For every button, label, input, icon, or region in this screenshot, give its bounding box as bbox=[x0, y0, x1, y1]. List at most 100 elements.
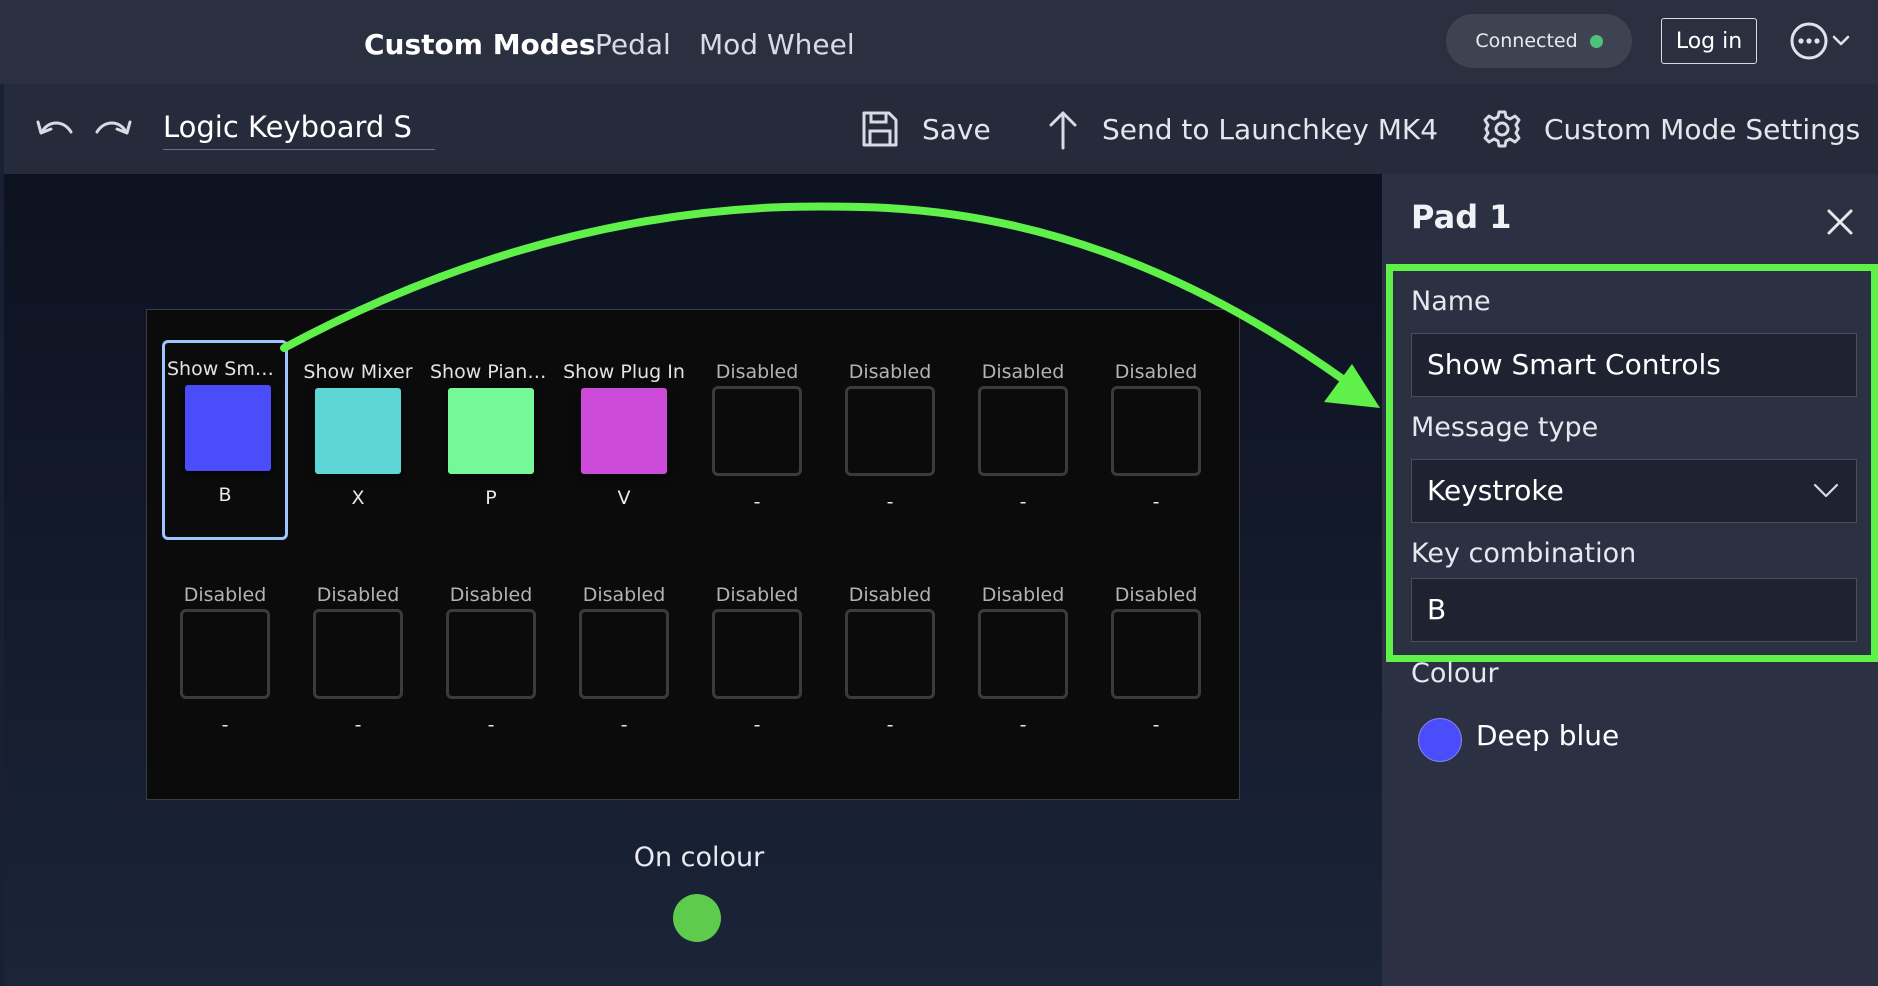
pad-swatch bbox=[448, 388, 534, 474]
panel-title: Pad 1 bbox=[1411, 198, 1512, 236]
pad-swatch bbox=[845, 609, 935, 699]
pad-swatch bbox=[712, 386, 802, 476]
name-label: Name bbox=[1411, 286, 1491, 317]
pad-label: Disabled bbox=[449, 584, 533, 606]
pad-r1-c8[interactable]: Disabled - bbox=[1093, 343, 1219, 543]
undo-button[interactable] bbox=[34, 112, 76, 148]
colour-swatch[interactable] bbox=[1418, 718, 1462, 762]
pad-r1-c1[interactable]: Show Smart ... B bbox=[162, 340, 288, 540]
pad-swatch bbox=[1111, 386, 1201, 476]
custom-mode-settings-button[interactable]: Custom Mode Settings bbox=[1482, 104, 1860, 154]
pad-key-label: - bbox=[1152, 714, 1160, 736]
pad-key-label: - bbox=[753, 714, 761, 736]
message-type-select[interactable]: Keystroke bbox=[1411, 459, 1857, 523]
pad-label: Show Mixer bbox=[303, 361, 413, 383]
message-type-label: Message type bbox=[1411, 412, 1599, 443]
pad-swatch bbox=[978, 609, 1068, 699]
send-to-device-button[interactable]: Send to Launchkey MK4 bbox=[1046, 104, 1438, 154]
pad-key-label: - bbox=[886, 714, 894, 736]
more-menu-button[interactable] bbox=[1789, 18, 1855, 64]
top-bar: Custom Modes Pedal Mod Wheel Connected L… bbox=[0, 0, 1878, 84]
pad-label: Disabled bbox=[1114, 584, 1198, 606]
pad-label: Disabled bbox=[981, 584, 1065, 606]
colour-label: Colour bbox=[1411, 658, 1499, 689]
pad-r1-c3[interactable]: Show Piano ... P bbox=[428, 343, 554, 543]
pad-swatch bbox=[313, 609, 403, 699]
pad-grid: Show Smart ... B Show Mixer X Show Piano ...… bbox=[146, 309, 1240, 800]
pad-r2-c4[interactable]: Disabled - bbox=[561, 566, 687, 766]
connection-status-label: Connected bbox=[1475, 30, 1578, 52]
upload-arrow-icon bbox=[1049, 111, 1077, 150]
pad-r2-c3[interactable]: Disabled - bbox=[428, 566, 554, 766]
pad-r2-c1[interactable]: Disabled - bbox=[162, 566, 288, 766]
tab-custom-modes[interactable]: Custom Modes bbox=[364, 28, 596, 61]
message-type-value: Keystroke bbox=[1427, 474, 1564, 507]
pad-settings-panel: Pad 1 Name Show Smart Controls Message t… bbox=[1382, 174, 1878, 986]
pad-swatch bbox=[185, 385, 271, 471]
pad-key-label: - bbox=[886, 491, 894, 513]
pad-swatch bbox=[180, 609, 270, 699]
close-panel-button[interactable] bbox=[1822, 204, 1858, 240]
pad-label: Disabled bbox=[715, 584, 799, 606]
pad-label: Disabled bbox=[981, 361, 1065, 383]
pad-r2-c2[interactable]: Disabled - bbox=[295, 566, 421, 766]
pad-swatch bbox=[315, 388, 401, 474]
pad-key-label: B bbox=[218, 484, 232, 506]
pad-r2-c6[interactable]: Disabled - bbox=[827, 566, 953, 766]
name-field-value: Show Smart Controls bbox=[1427, 348, 1721, 381]
pad-key-label: V bbox=[617, 487, 631, 509]
pad-key-label: P bbox=[485, 487, 497, 509]
pad-key-label: - bbox=[1019, 714, 1027, 736]
pad-label: Disabled bbox=[848, 584, 932, 606]
login-button[interactable]: Log in bbox=[1661, 18, 1757, 64]
pad-key-label: - bbox=[487, 714, 495, 736]
save-icon bbox=[862, 111, 898, 147]
key-combination-field[interactable]: B bbox=[1411, 578, 1857, 642]
tab-mod-wheel[interactable]: Mod Wheel bbox=[699, 28, 855, 61]
on-colour-swatch[interactable] bbox=[673, 894, 721, 942]
pad-swatch bbox=[1111, 609, 1201, 699]
pad-label: Show Piano ... bbox=[430, 361, 554, 383]
pad-r1-c6[interactable]: Disabled - bbox=[827, 343, 953, 543]
on-colour-label: On colour bbox=[633, 842, 765, 873]
pad-label: Disabled bbox=[848, 361, 932, 383]
pad-r1-c7[interactable]: Disabled - bbox=[960, 343, 1086, 543]
name-field[interactable]: Show Smart Controls bbox=[1411, 333, 1857, 397]
pad-r1-c4[interactable]: Show Plug In V bbox=[561, 343, 687, 543]
settings-label: Custom Mode Settings bbox=[1544, 112, 1861, 146]
colour-name: Deep blue bbox=[1476, 719, 1620, 752]
pad-label: Show Plug In bbox=[563, 361, 685, 383]
pad-key-label: - bbox=[1152, 491, 1160, 513]
pad-key-label: - bbox=[221, 714, 229, 736]
pad-swatch bbox=[579, 609, 669, 699]
more-options-icon bbox=[1790, 22, 1850, 60]
pad-label: Disabled bbox=[183, 584, 267, 606]
redo-button[interactable] bbox=[92, 112, 134, 148]
connection-status-dot bbox=[1589, 34, 1603, 48]
pad-r1-c5[interactable]: Disabled - bbox=[694, 343, 820, 543]
pad-key-label: X bbox=[351, 487, 365, 509]
pad-r2-c7[interactable]: Disabled - bbox=[960, 566, 1086, 766]
pad-label: Disabled bbox=[582, 584, 666, 606]
key-combination-value: B bbox=[1427, 593, 1447, 626]
gear-icon bbox=[1483, 110, 1521, 148]
save-button[interactable]: Save bbox=[860, 104, 991, 154]
main-canvas: Show Smart ... B Show Mixer X Show Piano ...… bbox=[4, 174, 1382, 986]
pad-swatch bbox=[845, 386, 935, 476]
pad-swatch bbox=[581, 388, 667, 474]
mode-name-input[interactable]: Logic Keyboard S bbox=[163, 108, 435, 150]
save-label: Save bbox=[922, 112, 991, 146]
pad-r2-c5[interactable]: Disabled - bbox=[694, 566, 820, 766]
redo-icon bbox=[95, 120, 132, 135]
connection-status-badge: Connected bbox=[1446, 14, 1632, 68]
pad-label: Disabled bbox=[316, 584, 400, 606]
pad-key-label: - bbox=[1019, 491, 1027, 513]
pad-r2-c8[interactable]: Disabled - bbox=[1093, 566, 1219, 766]
tab-pedal[interactable]: Pedal bbox=[595, 28, 671, 61]
pad-label: Show Smart ... bbox=[167, 358, 285, 380]
pad-r1-c2[interactable]: Show Mixer X bbox=[295, 343, 421, 543]
pad-label: Disabled bbox=[715, 361, 799, 383]
pad-key-label: - bbox=[620, 714, 628, 736]
key-combination-label: Key combination bbox=[1411, 538, 1637, 569]
send-label: Send to Launchkey MK4 bbox=[1102, 112, 1439, 146]
